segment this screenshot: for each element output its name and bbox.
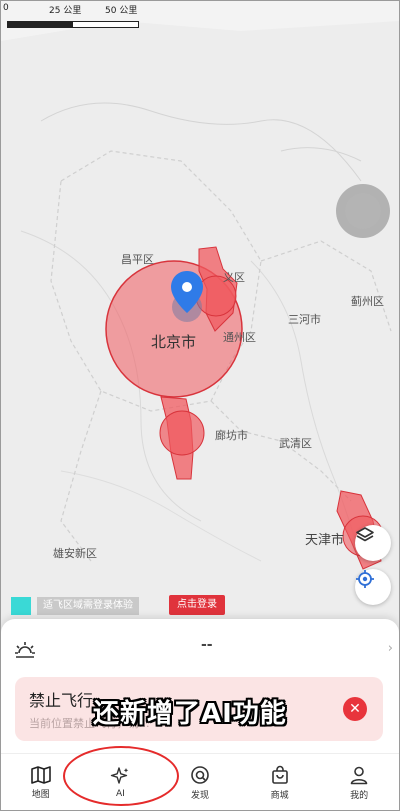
place-sanhe: 三河市 xyxy=(288,313,321,326)
scale-mid: 25 公里 xyxy=(49,6,82,16)
alert-title: 禁止飞行 xyxy=(29,691,94,710)
trial-swatch xyxy=(11,597,31,615)
place-changping: 昌平区 xyxy=(121,253,154,266)
tab-profile[interactable]: 我的 xyxy=(319,754,399,810)
weather-sun-icon xyxy=(13,639,35,665)
bottom-tab-bar: 地图 AI 发现 商城 我的 xyxy=(1,753,399,810)
map-view[interactable]: 0 25 公里 50 公里 昌平区 义区 北京市 通州区 三河市 蓟州区 廊坊市… xyxy=(1,1,399,631)
layers-icon xyxy=(356,527,374,542)
map-icon xyxy=(30,765,51,784)
place-jizhou: 蓟州区 xyxy=(351,295,384,308)
layers-button[interactable] xyxy=(355,525,391,561)
scale-bar xyxy=(7,21,139,28)
place-wuqing: 武清区 xyxy=(279,437,312,450)
status-panel: -- › 禁止飞行 当前位置禁止飞行，请... ✕ xyxy=(1,619,399,759)
weather-value: -- xyxy=(201,637,213,653)
tab-shop-label: 商城 xyxy=(270,790,289,801)
login-button[interactable]: 点击登录 xyxy=(169,595,225,615)
close-icon[interactable]: ✕ xyxy=(343,697,367,721)
place-langfang: 廊坊市 xyxy=(215,429,248,442)
sparkle-icon xyxy=(111,767,129,784)
place-shunyi: 义区 xyxy=(223,271,245,284)
place-beijing: 北京市 xyxy=(151,333,197,351)
app-screen: 0 25 公里 50 公里 昌平区 义区 北京市 通州区 三河市 蓟州区 廊坊市… xyxy=(0,0,400,811)
scale-max: 50 公里 xyxy=(105,6,138,16)
tab-profile-label: 我的 xyxy=(350,790,369,801)
scale-zero: 0 xyxy=(3,3,9,13)
person-icon xyxy=(350,766,368,784)
tab-ai[interactable]: AI xyxy=(81,754,161,810)
bag-icon xyxy=(271,765,288,784)
discover-icon xyxy=(191,765,209,784)
locate-button[interactable] xyxy=(355,569,391,605)
video-caption: 还新增了AI功能 xyxy=(93,699,287,729)
place-tongzhou: 通州区 xyxy=(223,331,256,344)
map-scale: 0 25 公里 50 公里 xyxy=(3,1,143,33)
trial-notice: 适飞区域需登录体验 xyxy=(37,597,139,615)
chevron-right-icon[interactable]: › xyxy=(388,641,393,656)
tab-map[interactable]: 地图 xyxy=(1,754,81,810)
tab-map-label: 地图 xyxy=(31,789,50,800)
place-tianjin: 天津市 xyxy=(305,533,345,548)
tab-shop[interactable]: 商城 xyxy=(240,754,320,810)
crosshair-icon xyxy=(356,570,374,588)
place-xiongan: 雄安新区 xyxy=(53,547,97,560)
tab-discover-label: 发现 xyxy=(190,790,209,801)
tab-ai-label: AI xyxy=(115,789,125,799)
tab-discover[interactable]: 发现 xyxy=(160,754,240,810)
